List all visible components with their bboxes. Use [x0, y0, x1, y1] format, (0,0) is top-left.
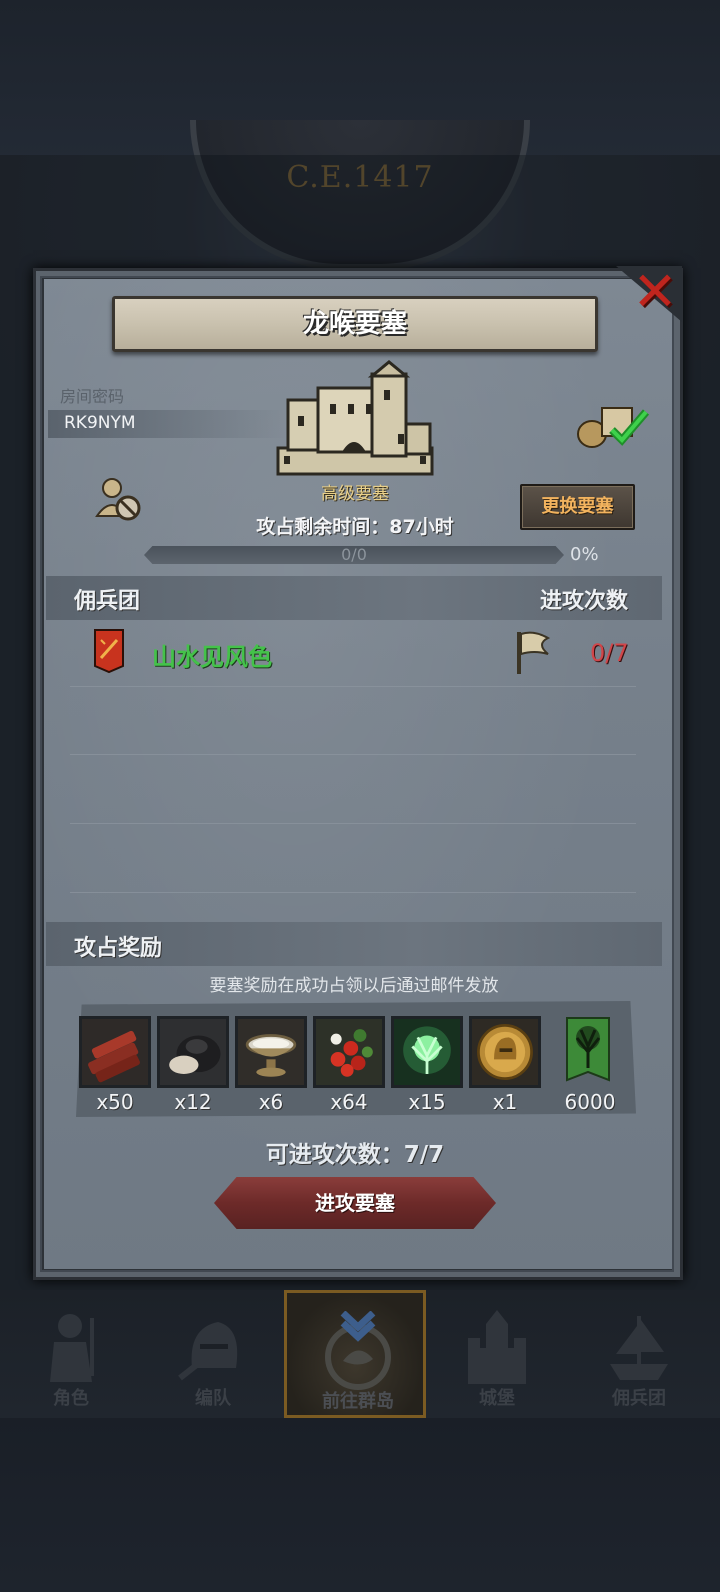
reward-qty: x64	[330, 1090, 368, 1114]
golden-helmet-medal-icon	[472, 1019, 538, 1085]
reward-claimed-icon[interactable]	[576, 400, 656, 450]
reward-qty: 6000	[564, 1090, 616, 1114]
fortress-type: 高级要塞	[321, 484, 389, 504]
capture-time-remaining: 攻占剩余时间：87小时	[256, 516, 454, 538]
attack-fortress-label[interactable]: 进攻要塞	[214, 1177, 496, 1229]
close-icon[interactable]: ✕	[627, 262, 683, 322]
castle-icon	[468, 1310, 526, 1384]
tree-banner-icon[interactable]	[565, 1016, 611, 1088]
compass-icon	[325, 1311, 391, 1390]
rewards-header: 攻占奖励	[74, 936, 163, 961]
room-code: RK9NYM	[64, 413, 136, 433]
bottom-background	[0, 1418, 720, 1592]
helmet-icon	[178, 1322, 238, 1381]
reward-item-spirit[interactable]	[391, 1016, 463, 1088]
room-code-label: 房间密码	[60, 387, 125, 406]
fortress-icon	[276, 360, 434, 476]
progress-text: 0/0	[341, 545, 367, 564]
mercenary-attack-count: 0/7	[590, 639, 629, 667]
no-defender-icon[interactable]	[94, 476, 142, 522]
knight-icon	[50, 1314, 94, 1382]
nav-label: 角色	[53, 1388, 89, 1409]
change-fortress-button[interactable]: 更换要塞	[520, 484, 635, 530]
nav-label: 佣兵团	[612, 1388, 666, 1409]
row-divider	[70, 686, 636, 687]
ore-stone-icon	[160, 1019, 226, 1085]
reward-qty: x6	[258, 1090, 284, 1114]
reward-item-helmet-medal[interactable]	[469, 1016, 541, 1088]
silver-bowl-icon	[238, 1019, 304, 1085]
reward-qty: x15	[408, 1090, 446, 1114]
ship-icon	[610, 1316, 668, 1380]
nav-item-islands[interactable]: 前往群岛	[284, 1290, 426, 1418]
nav-label: 编队	[195, 1388, 231, 1409]
nav-label: 城堡	[479, 1388, 515, 1409]
attempts-remaining: 可进攻次数：7/7	[265, 1142, 445, 1168]
nav-item-formation[interactable]: 编队	[142, 1290, 284, 1418]
reward-item-bowl[interactable]	[235, 1016, 307, 1088]
row-divider	[70, 892, 636, 893]
nav-label: 前往群岛	[322, 1391, 394, 1412]
nav-item-character[interactable]: 角色	[0, 1290, 142, 1418]
reward-qty: x1	[492, 1090, 518, 1114]
row-divider	[70, 754, 636, 755]
red-berries-icon	[316, 1019, 382, 1085]
row-divider	[70, 823, 636, 824]
progress-percent: 0%	[570, 544, 599, 565]
nav-item-castle[interactable]: 城堡	[426, 1290, 568, 1418]
reward-qty: x12	[174, 1090, 212, 1114]
mercenary-header: 佣兵团	[74, 589, 141, 614]
wood-logs-icon	[82, 1019, 148, 1085]
reward-qty: x50	[96, 1090, 134, 1114]
reward-item-wood[interactable]	[79, 1016, 151, 1088]
reward-item-ore[interactable]	[157, 1016, 229, 1088]
guild-banner-icon	[94, 629, 124, 674]
green-tree-spirit-icon	[394, 1019, 460, 1085]
mercenary-name[interactable]: 山水见风色	[152, 637, 272, 672]
nav-item-mercenary[interactable]: 佣兵团	[568, 1290, 710, 1418]
attack-flag-icon	[517, 631, 550, 674]
attack-count-header: 进攻次数	[540, 589, 629, 614]
dialog-title: 龙喉要塞	[302, 309, 407, 339]
reward-item-berries[interactable]	[313, 1016, 385, 1088]
rewards-note: 要塞奖励在成功占领以后通过邮件发放	[209, 976, 499, 996]
